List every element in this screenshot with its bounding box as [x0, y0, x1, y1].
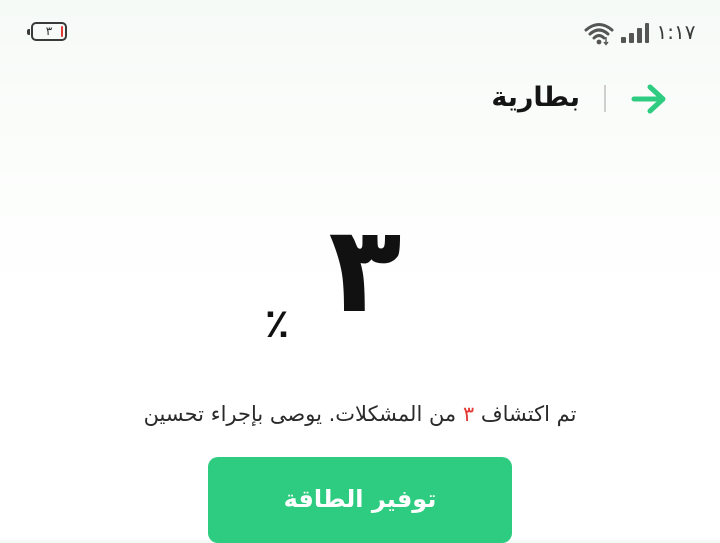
save-power-button[interactable]: توفير الطاقة [208, 457, 512, 543]
battery-nub [27, 29, 30, 35]
header-divider [604, 85, 606, 112]
description-prefix: تم اكتشاف [480, 402, 577, 426]
battery-level-text: ٣ [45, 24, 53, 38]
header: بطارية [0, 66, 720, 132]
cellular-signal-icon [621, 23, 649, 43]
wifi-icon [584, 23, 614, 46]
page-title: بطارية [491, 82, 580, 113]
back-button[interactable] [628, 80, 672, 118]
issues-count: ٣ [462, 402, 475, 426]
battery-icon: ٣ [27, 22, 67, 41]
issues-description: تم اكتشاف ٣ من المشكلات. يوصى بإجراء تحس… [100, 396, 620, 432]
status-clock: ١:١٧ [656, 20, 696, 44]
percent-sign: ٪ [264, 301, 290, 347]
battery-percent-value: ٣ [328, 201, 402, 340]
status-bar: ٣ ١:١٧ [0, 0, 720, 66]
description-suffix: من المشكلات. يوصى بإجراء تحسين [143, 402, 457, 426]
arrow-right-icon [631, 84, 666, 114]
